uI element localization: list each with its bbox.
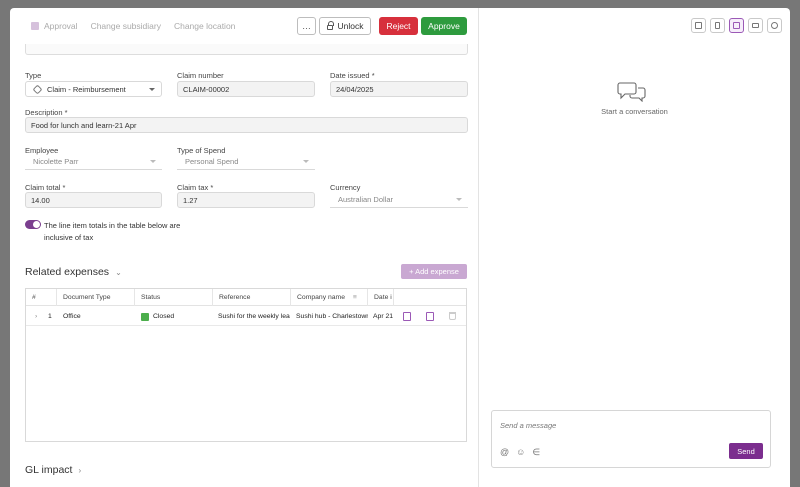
approve-button[interactable]: Approve bbox=[421, 17, 467, 35]
chevron-down-icon bbox=[303, 160, 309, 163]
date-issued-value: 24/04/2025 bbox=[336, 84, 374, 94]
column-header-number[interactable]: # bbox=[26, 289, 57, 306]
delete-icon[interactable] bbox=[449, 312, 456, 320]
claim-total-field[interactable]: 14.00 bbox=[25, 192, 162, 208]
claim-total-label: Claim total * bbox=[25, 183, 66, 192]
pin-button[interactable] bbox=[710, 18, 725, 33]
conversation-icon bbox=[617, 82, 646, 102]
note-icon bbox=[695, 22, 702, 29]
description-label: Description * bbox=[25, 108, 68, 117]
date-issued-label: Date issued * bbox=[330, 71, 375, 80]
claim-number-field: CLAIM-00002 bbox=[177, 81, 315, 97]
chevron-down-icon bbox=[150, 160, 156, 163]
previous-field[interactable] bbox=[25, 44, 468, 55]
message-composer[interactable]: Send a message @ ☺ ∈ Send bbox=[491, 410, 771, 468]
conversation-panel: Start a conversation Send a message @ ☺ … bbox=[479, 8, 790, 487]
comments-button[interactable] bbox=[729, 18, 744, 33]
composer-tools: @ ☺ ∈ bbox=[500, 447, 540, 458]
email-button[interactable] bbox=[748, 18, 763, 33]
type-select[interactable]: Claim - Reimbursement bbox=[25, 81, 162, 97]
claim-number-label: Claim number bbox=[177, 71, 224, 80]
related-expenses-title: Related expenses bbox=[25, 266, 110, 278]
employee-select[interactable]: Nicolette Parr bbox=[25, 154, 162, 170]
chevron-down-icon bbox=[456, 198, 462, 201]
employee-value: Nicolette Parr bbox=[33, 157, 79, 166]
claim-tax-value: 1.27 bbox=[183, 195, 198, 205]
empty-conversation-text: Start a conversation bbox=[601, 107, 668, 116]
more-button[interactable]: … bbox=[297, 17, 316, 35]
type-of-spend-select[interactable]: Personal Spend bbox=[177, 154, 315, 170]
claim-tax-field[interactable]: 1.27 bbox=[177, 192, 315, 208]
attachment-icon[interactable]: ∈ bbox=[532, 447, 540, 458]
change-subsidiary-action[interactable]: Change subsidiary bbox=[91, 21, 161, 31]
unlock-label: Unlock bbox=[337, 21, 364, 31]
related-expenses-heading[interactable]: Related expenses ⌄ bbox=[25, 266, 122, 278]
lock-icon bbox=[326, 20, 334, 30]
currency-select[interactable]: Australian Dollar bbox=[330, 192, 468, 208]
row-reference: Sushi for the weekly lear bbox=[218, 313, 290, 320]
type-of-spend-value: Personal Spend bbox=[185, 157, 239, 166]
gl-impact-heading[interactable]: GL impact › bbox=[25, 464, 81, 476]
currency-value: Australian Dollar bbox=[338, 195, 394, 204]
column-menu-icon[interactable]: ≡ bbox=[353, 294, 357, 301]
expand-row-icon[interactable]: › bbox=[35, 307, 37, 326]
row-date: Apr 21, bbox=[373, 313, 393, 320]
description-field[interactable]: Food for lunch and learn-21 Apr bbox=[25, 117, 468, 133]
clock-icon bbox=[771, 22, 778, 29]
history-button[interactable] bbox=[767, 18, 782, 33]
reject-button[interactable]: Reject bbox=[379, 17, 418, 35]
change-location-action[interactable]: Change location bbox=[174, 21, 235, 31]
approval-icon bbox=[31, 22, 39, 30]
pin-icon bbox=[715, 22, 720, 29]
add-expense-button[interactable]: + Add expense bbox=[401, 264, 467, 279]
tax-inclusive-toggle[interactable] bbox=[25, 220, 41, 229]
tax-inclusive-label: The line item totals in the table below … bbox=[44, 221, 181, 242]
chevron-down-icon bbox=[149, 88, 155, 91]
row-number: 1 bbox=[48, 313, 52, 320]
notes-button[interactable] bbox=[691, 18, 706, 33]
claim-tax-label: Claim tax * bbox=[177, 183, 214, 192]
chevron-right-icon: › bbox=[78, 465, 82, 475]
change-subsidiary-label: Change subsidiary bbox=[90, 21, 161, 31]
column-header-date[interactable]: Date i bbox=[368, 289, 394, 306]
claim-total-value: 14.00 bbox=[31, 195, 50, 205]
row-document-type: Office bbox=[63, 313, 81, 320]
row-status-label: Closed bbox=[153, 313, 175, 320]
column-header-status[interactable]: Status bbox=[135, 289, 213, 306]
table-header: # Document Type Status Reference Company… bbox=[26, 289, 466, 306]
unlock-button[interactable]: Unlock bbox=[319, 17, 371, 35]
mention-icon[interactable]: @ bbox=[500, 447, 509, 458]
related-expenses-table: # Document Type Status Reference Company… bbox=[25, 288, 467, 442]
type-label: Type bbox=[25, 71, 42, 80]
column-header-document-type[interactable]: Document Type bbox=[57, 289, 135, 306]
mail-icon bbox=[752, 23, 759, 28]
description-value: Food for lunch and learn-21 Apr bbox=[31, 120, 137, 130]
table-row[interactable]: › 1 Office Closed Sushi for the weekly l… bbox=[26, 307, 466, 326]
date-issued-field[interactable]: 24/04/2025 bbox=[330, 81, 468, 97]
emoji-icon[interactable]: ☺ bbox=[516, 447, 525, 458]
claim-number-value: CLAIM-00002 bbox=[183, 84, 230, 94]
currency-label: Currency bbox=[330, 183, 361, 192]
column-header-company-name[interactable]: Company name ≡ bbox=[291, 289, 368, 306]
approval-label: Approval bbox=[44, 21, 78, 31]
company-name-header-label: Company name bbox=[297, 294, 345, 301]
panel-toolbar bbox=[691, 18, 782, 33]
chevron-down-icon: ⌄ bbox=[115, 267, 122, 277]
document-icon[interactable] bbox=[403, 312, 411, 321]
status-closed-icon bbox=[141, 312, 149, 321]
message-input[interactable]: Send a message bbox=[500, 421, 556, 430]
claim-modal: Approval Change subsidiary Change locati… bbox=[10, 8, 790, 487]
row-company-name: Sushi hub - Charlestown bbox=[296, 313, 368, 320]
gl-impact-title: GL impact bbox=[25, 464, 73, 476]
claim-form-panel: Approval Change subsidiary Change locati… bbox=[10, 8, 479, 487]
change-location-label: Change location bbox=[173, 21, 236, 31]
type-value: Claim - Reimbursement bbox=[47, 84, 126, 94]
column-header-reference[interactable]: Reference bbox=[213, 289, 291, 306]
claim-type-icon bbox=[32, 84, 43, 94]
row-status: Closed bbox=[141, 307, 174, 326]
comment-icon bbox=[733, 22, 740, 29]
approval-action[interactable]: Approval bbox=[31, 21, 78, 31]
send-button[interactable]: Send bbox=[729, 443, 763, 459]
open-external-icon[interactable] bbox=[426, 312, 434, 321]
